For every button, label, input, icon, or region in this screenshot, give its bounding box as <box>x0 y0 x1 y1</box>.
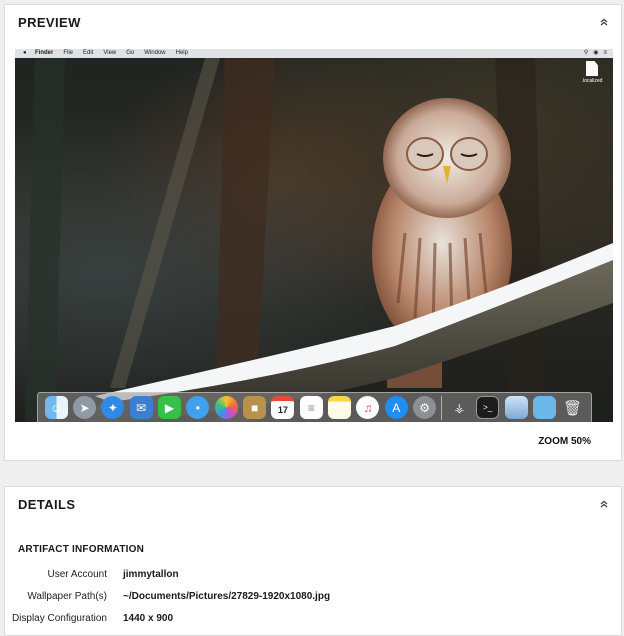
detail-row-display-configuration: Display Configuration 1440 x 900 <box>5 613 621 627</box>
preview-app-icon[interactable] <box>504 396 528 419</box>
details-panel: DETAILS ARTIFACT INFORMATION User Accoun… <box>4 486 622 636</box>
reminders-icon[interactable]: ≡ <box>299 396 323 419</box>
dock-separator <box>441 395 443 420</box>
desktop-preview: ● Finder File Edit View Go Window Help ⚲… <box>15 49 613 422</box>
calendar-day: 17 <box>277 405 288 415</box>
notification-center-icon[interactable]: ≡ <box>603 49 607 58</box>
preview-title: PREVIEW <box>18 15 81 30</box>
detail-key: Display Configuration <box>11 613 107 624</box>
terminal-icon[interactable]: >_ <box>476 396 500 419</box>
document-icon <box>586 61 598 76</box>
apple-icon[interactable]: ● <box>23 49 29 58</box>
app-store-icon[interactable]: A <box>384 396 408 419</box>
contacts-icon[interactable]: ■ <box>243 396 267 419</box>
keychain-access-icon[interactable]: ⚶ <box>448 396 471 419</box>
safari-icon[interactable]: ✦ <box>101 396 125 419</box>
desktop-file[interactable]: .localized <box>581 61 603 84</box>
system-preferences-icon[interactable]: ⚙ <box>413 396 437 419</box>
preview-panel: PREVIEW ● Finder File Edit View Go Windo… <box>4 4 622 461</box>
desktop-file-label: .localized <box>581 78 603 84</box>
spotlight-icon[interactable]: ⚲ <box>584 49 588 58</box>
menu-go[interactable]: Go <box>126 49 134 58</box>
artifact-information-heading: ARTIFACT INFORMATION <box>18 544 145 555</box>
detail-key: User Account <box>47 569 107 580</box>
mail-icon[interactable]: ✉ <box>129 396 153 419</box>
notes-icon[interactable] <box>328 396 352 419</box>
launchpad-icon[interactable]: ➤ <box>73 396 97 419</box>
siri-icon[interactable]: ◉ <box>593 49 598 58</box>
messages-icon[interactable]: • <box>186 396 210 419</box>
detail-key: Wallpaper Path(s) <box>27 591 107 602</box>
dock: ☺ ➤ ✦ ✉ ▶ • ■ 17 ≡ ♫ A ⚙ ⚶ >_ 🗑 <box>37 392 592 422</box>
calendar-icon[interactable]: 17 <box>271 396 295 419</box>
menu-help[interactable]: Help <box>176 49 188 58</box>
chevron-up-icon <box>600 18 608 26</box>
menu-edit[interactable]: Edit <box>83 49 93 58</box>
detail-value: ~/Documents/Pictures/27829-1920x1080.jpg <box>123 591 331 602</box>
detail-value: 1440 x 900 <box>123 613 174 624</box>
menu-finder[interactable]: Finder <box>35 49 53 58</box>
wallpaper-image <box>25 58 613 422</box>
details-title: DETAILS <box>18 497 76 512</box>
finder-icon[interactable]: ☺ <box>44 396 68 419</box>
chevron-up-icon <box>600 500 608 508</box>
trash-icon[interactable]: 🗑 <box>561 396 584 419</box>
itunes-icon[interactable]: ♫ <box>356 396 380 419</box>
facetime-icon[interactable]: ▶ <box>158 396 182 419</box>
photos-icon[interactable] <box>214 396 238 419</box>
downloads-folder-icon[interactable] <box>532 396 556 419</box>
collapse-details-button[interactable] <box>597 497 611 511</box>
mac-menubar: ● Finder File Edit View Go Window Help ⚲… <box>15 49 613 58</box>
detail-row-user-account: User Account jimmytallon <box>5 569 621 583</box>
collapse-preview-button[interactable] <box>597 15 611 29</box>
menu-file[interactable]: File <box>63 49 73 58</box>
zoom-level: ZOOM 50% <box>538 436 591 447</box>
menu-view[interactable]: View <box>103 49 116 58</box>
menu-window[interactable]: Window <box>144 49 165 58</box>
detail-row-wallpaper-path: Wallpaper Path(s) ~/Documents/Pictures/2… <box>5 591 621 605</box>
detail-value: jimmytallon <box>123 569 179 580</box>
